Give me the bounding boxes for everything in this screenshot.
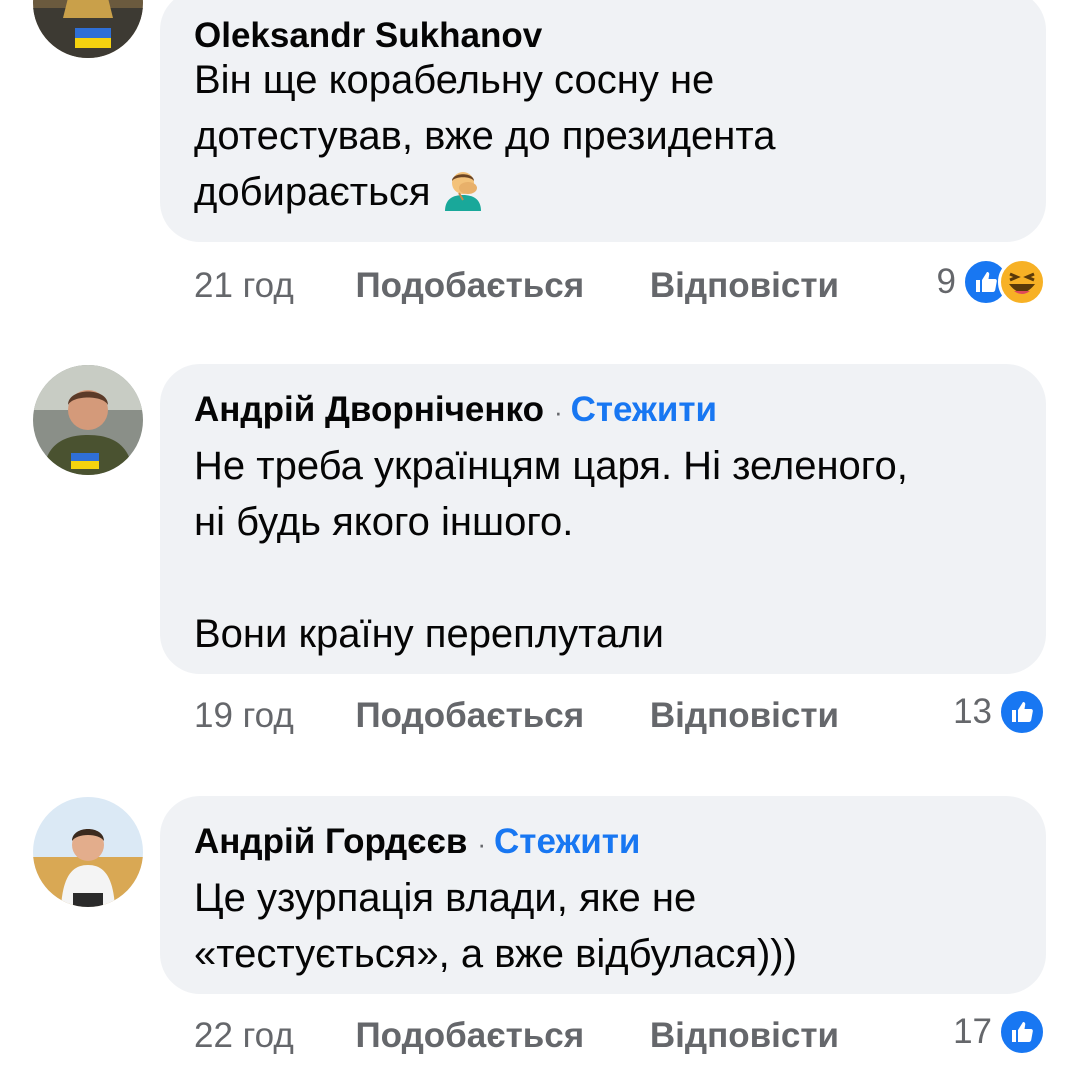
comment-line: Вони країну переплутали xyxy=(194,612,664,656)
like-reaction-icon xyxy=(998,688,1046,736)
timestamp-link[interactable]: 22 год xyxy=(194,1016,294,1056)
separator-dot: · xyxy=(477,829,487,859)
comment-text: Це узурпація влади, яке не «тестується»,… xyxy=(194,870,797,982)
comment-bubble: Oleksandr Sukhanov Він ще корабельну сос… xyxy=(160,0,1046,242)
like-reaction-icon xyxy=(998,1008,1046,1056)
reply-button[interactable]: Відповісти xyxy=(650,266,839,306)
reply-button[interactable]: Відповісти xyxy=(650,696,839,736)
comment-actions: 19 год Подобається Відповісти xyxy=(194,696,839,736)
follow-button[interactable]: Стежити xyxy=(571,390,717,429)
author-name[interactable]: Oleksandr Sukhanov xyxy=(194,16,542,55)
comment-line: Не треба українцям царя. Ні зеленого, xyxy=(194,444,908,488)
avatar[interactable] xyxy=(33,0,143,58)
reaction-count: 9 xyxy=(936,262,956,301)
separator-dot: · xyxy=(553,397,563,427)
like-button[interactable]: Подобається xyxy=(356,696,585,736)
reactions-summary[interactable]: 9 xyxy=(937,258,1046,306)
comment-line: дотестував, вже до президента xyxy=(194,114,776,158)
like-button[interactable]: Подобається xyxy=(356,266,585,306)
comment-text: Не треба українцям царя. Ні зеленого, ні… xyxy=(194,438,908,662)
like-button[interactable]: Подобається xyxy=(356,1016,585,1056)
reply-button[interactable]: Відповісти xyxy=(650,1016,839,1056)
comment-text: Він ще корабельну сосну не дотестував, в… xyxy=(194,52,775,220)
comment-line: «тестується», а вже відбулася))) xyxy=(194,932,797,976)
timestamp-link[interactable]: 19 год xyxy=(194,696,294,736)
comment-bubble: Андрій Дворніченко · Стежити Не треба укра… xyxy=(160,364,1046,674)
comment-actions: 21 год Подобається Відповісти xyxy=(194,266,839,306)
comment-line: Він ще корабельну сосну не xyxy=(194,58,715,102)
haha-reaction-icon xyxy=(998,258,1046,306)
comment-actions: 22 год Подобається Відповісти xyxy=(194,1016,839,1056)
comment-line-blank xyxy=(194,550,908,606)
timestamp-link[interactable]: 21 год xyxy=(194,266,294,306)
avatar[interactable] xyxy=(33,365,143,475)
comment-line: ні будь якого іншого. xyxy=(194,500,574,544)
avatar[interactable] xyxy=(33,797,143,907)
follow-button[interactable]: Стежити xyxy=(494,822,640,861)
comment-bubble: Андрій Гордєєв · Стежити Це узурпація влад… xyxy=(160,796,1046,994)
comment-line: добирається xyxy=(194,170,431,214)
author-name[interactable]: Андрій Гордєєв xyxy=(194,822,467,861)
reaction-count: 17 xyxy=(953,1012,992,1051)
author-name[interactable]: Андрій Дворніченко xyxy=(194,390,544,429)
reactions-summary[interactable]: 13 xyxy=(953,688,1046,736)
face-palm-emoji-icon xyxy=(441,167,485,211)
reactions-summary[interactable]: 17 xyxy=(953,1008,1046,1056)
reaction-count: 13 xyxy=(953,692,992,731)
comment-line: Це узурпація влади, яке не xyxy=(194,876,697,920)
